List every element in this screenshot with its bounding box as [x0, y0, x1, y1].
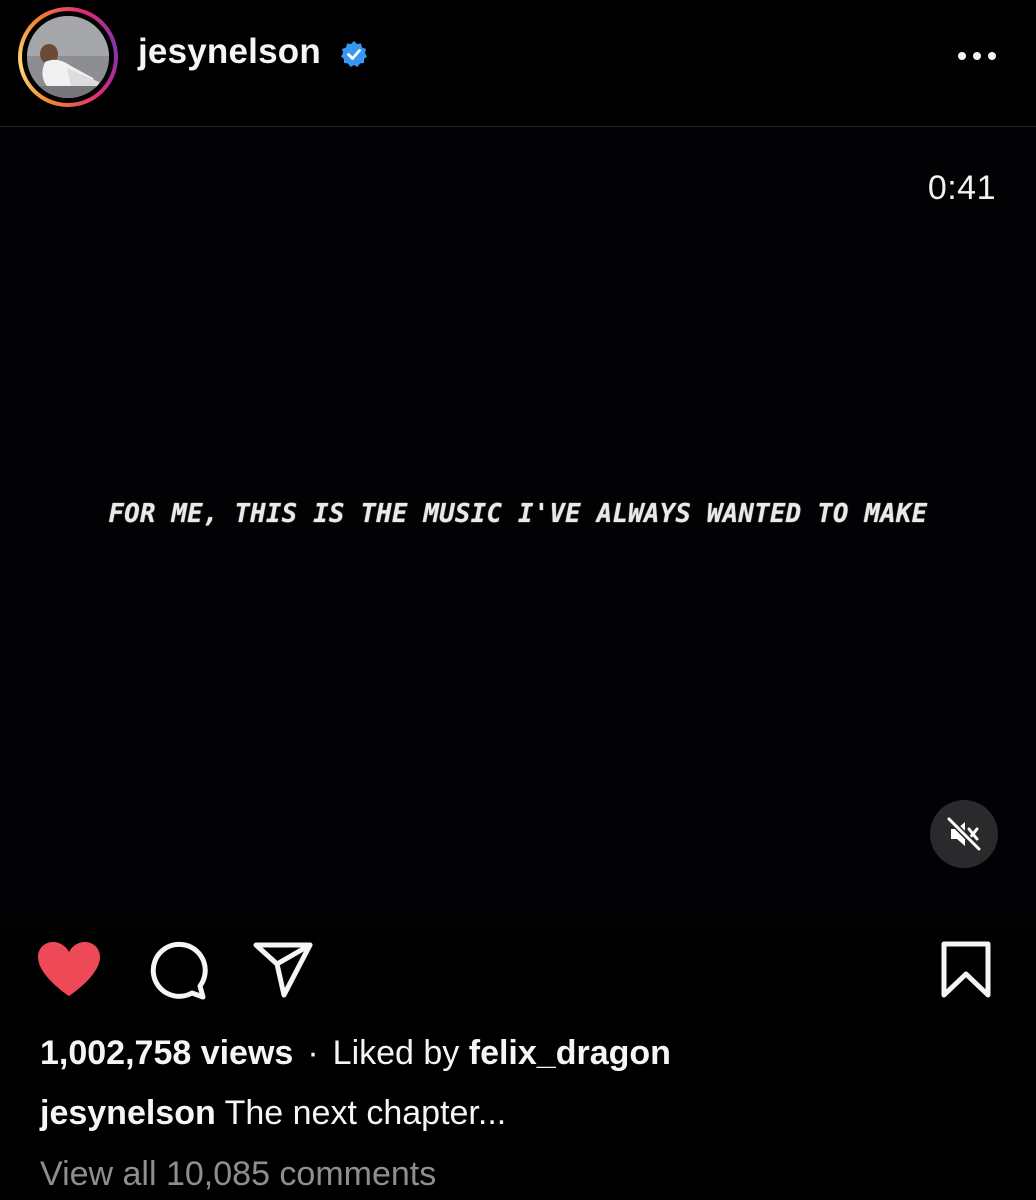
- avatar-image: [27, 16, 109, 98]
- view-all-comments-link[interactable]: View all 10,085 comments: [40, 1155, 436, 1194]
- separator: ·: [307, 1034, 319, 1072]
- caption-username[interactable]: jesynelson: [40, 1094, 216, 1132]
- more-options-icon[interactable]: [952, 42, 1002, 70]
- liked-by-user[interactable]: felix_dragon: [469, 1034, 671, 1072]
- heart-icon[interactable]: [36, 940, 102, 998]
- comment-icon[interactable]: [146, 940, 208, 1000]
- mute-button[interactable]: [930, 800, 998, 868]
- post-header: jesynelson: [0, 0, 1036, 127]
- story-ring[interactable]: [18, 7, 118, 107]
- verified-badge-icon: [341, 41, 367, 67]
- header-username[interactable]: jesynelson: [138, 32, 321, 72]
- video-overlay-text: FOR ME, THIS IS THE MUSIC I'VE ALWAYS WA…: [108, 499, 928, 529]
- caption-text: The next chapter...: [224, 1094, 507, 1132]
- post-stats: 1,002,758 views · Liked by felix_dragon: [40, 1034, 671, 1073]
- post-caption: jesynelson The next chapter...: [40, 1094, 506, 1133]
- share-icon[interactable]: [252, 940, 314, 998]
- video-timer: 0:41: [927, 169, 996, 207]
- liked-by-prefix: Liked by: [332, 1034, 460, 1072]
- video-player[interactable]: 0:41 FOR ME, THIS IS THE MUSIC I'VE ALWA…: [0, 127, 1036, 927]
- speaker-muted-icon: [946, 816, 982, 852]
- avatar[interactable]: [27, 16, 109, 98]
- views-count[interactable]: 1,002,758 views: [40, 1034, 293, 1072]
- bookmark-icon[interactable]: [938, 940, 994, 1000]
